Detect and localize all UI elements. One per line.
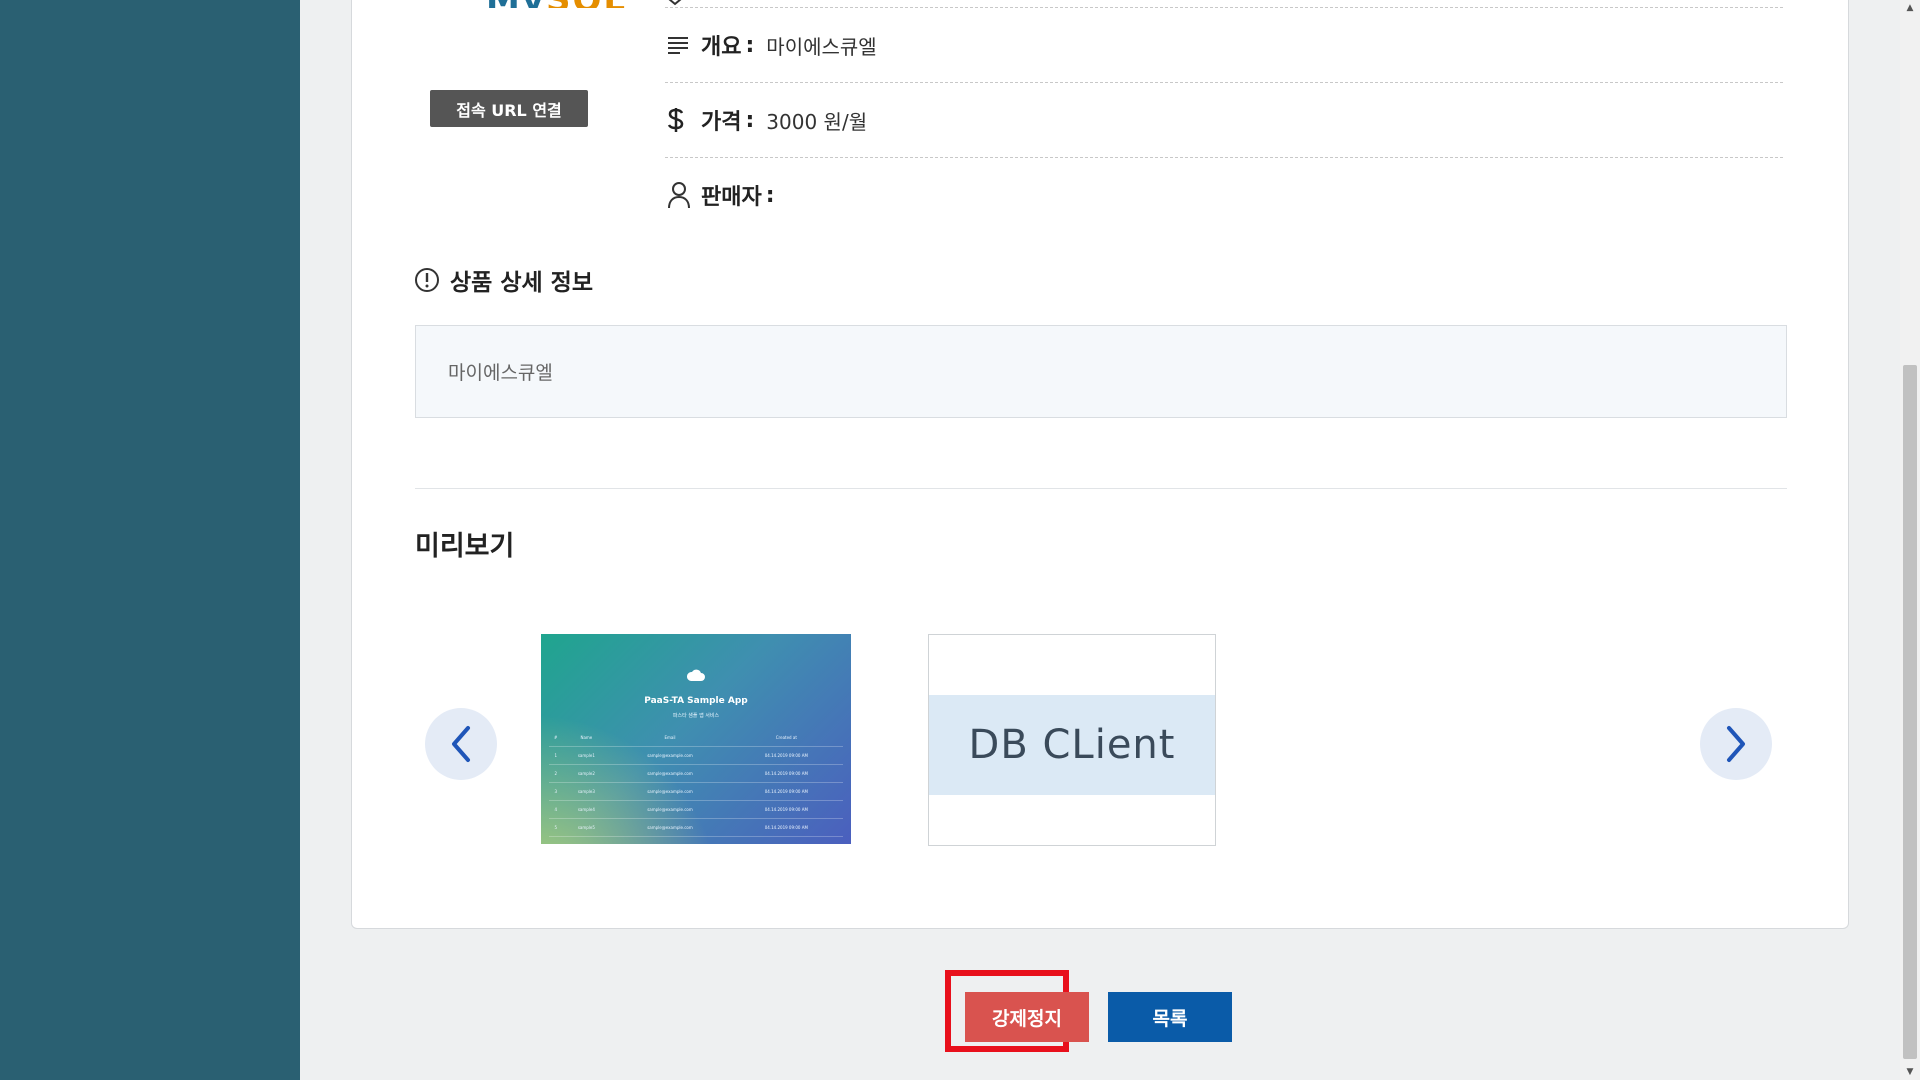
db-client-text: DB CLient [968, 722, 1176, 768]
table-row: 4 sample4 sample@example.com 04.14.2019 … [549, 800, 843, 819]
table-cell: sample@example.com [610, 800, 730, 819]
sample-app-title: PaaS-TA Sample App [644, 696, 748, 706]
cloud-icon [687, 669, 705, 681]
dollar-icon [667, 107, 695, 133]
table-cell: sample5 [562, 818, 611, 837]
table-header: Created at [729, 729, 843, 747]
table-cell: 1 [549, 746, 563, 765]
summary-label: 개요 [701, 35, 742, 60]
table-header: Email [610, 729, 730, 747]
table-cell: 2 [549, 764, 563, 783]
info-row-top [665, 0, 1783, 8]
product-info: 개요 : 마이에스큐엘 가격 : 3000 원/월 판매자 : [665, 0, 1783, 232]
person-icon [667, 181, 695, 209]
sample-app-subtitle: 파스타 샘플 앱 서비스 [672, 713, 720, 719]
detail-title: 상품 상세 정보 [414, 263, 593, 297]
vertical-scrollbar[interactable]: ▲ ▼ [1900, 0, 1920, 1080]
info-row-price: 가격 : 3000 원/월 [665, 83, 1783, 158]
colon: : [745, 107, 755, 133]
chevron-right-icon [1727, 726, 1745, 762]
scroll-thumb[interactable] [1903, 365, 1917, 1059]
cube-icon [667, 0, 695, 7]
table-cell: sample@example.com [610, 764, 730, 783]
table-row: 2 sample2 sample@example.com 04.14.2019 … [549, 764, 843, 783]
table-header: Name [562, 729, 611, 747]
table-cell: sample@example.com [610, 818, 730, 837]
table-cell: sample2 [562, 764, 611, 783]
scroll-up-arrow-icon[interactable]: ▲ [1900, 0, 1920, 16]
table-cell: 5 [549, 818, 563, 837]
table-cell: 04.14.2019 09:00 AM [729, 782, 843, 801]
action-bar: 강제정지 목록 [300, 970, 1900, 1060]
table-row: 3 sample3 sample@example.com 04.14.2019 … [549, 782, 843, 801]
table-cell: 04.14.2019 09:00 AM [729, 764, 843, 783]
detail-box: 마이에스큐엘 [415, 325, 1787, 418]
chevron-left-icon [452, 726, 470, 762]
detail-title-text: 상품 상세 정보 [450, 270, 593, 296]
table-cell: sample3 [562, 782, 611, 801]
price-value: 3000 원/월 [766, 109, 868, 134]
table-cell: 3 [549, 782, 563, 801]
table-header: # [549, 729, 563, 747]
table-header-row: # Name Email Created at [549, 729, 843, 747]
table-cell: sample@example.com [610, 746, 730, 765]
mysql-logo: MySQL [486, 0, 627, 8]
info-row-seller: 판매자 : [665, 158, 1783, 232]
product-card: MySQL 접속 URL 연결 개요 : 마이에스큐엘 가격 [351, 0, 1849, 929]
list-button[interactable]: 목록 [1108, 992, 1232, 1042]
detail-text: 마이에스큐엘 [448, 362, 553, 384]
lines-icon [667, 36, 695, 54]
logo-sql: SQL [546, 0, 627, 8]
table-cell: 04.14.2019 09:00 AM [729, 818, 843, 837]
table-row: 1 sample1 sample@example.com 04.14.2019 … [549, 746, 843, 765]
carousel-prev-button[interactable] [425, 708, 497, 780]
logo-my: My [486, 0, 546, 8]
summary-value: 마이에스큐엘 [766, 34, 877, 59]
preview-title: 미리보기 [415, 531, 515, 562]
preview-image-db-client[interactable]: DB CLient [928, 634, 1216, 846]
colon: : [745, 32, 755, 58]
scroll-down-arrow-icon[interactable]: ▼ [1900, 1064, 1920, 1080]
table-row: 5 sample5 sample@example.com 04.14.2019 … [549, 818, 843, 837]
table-cell: 4 [549, 800, 563, 819]
seller-label: 판매자 [701, 185, 762, 210]
info-circle-icon [414, 267, 440, 293]
colon: : [765, 182, 775, 208]
connect-url-button[interactable]: 접속 URL 연결 [430, 90, 588, 127]
price-label: 가격 [701, 110, 742, 135]
main-content: MySQL 접속 URL 연결 개요 : 마이에스큐엘 가격 [300, 0, 1900, 1080]
info-row-summary: 개요 : 마이에스큐엘 [665, 8, 1783, 83]
sample-app-table: # Name Email Created at 1 sample1 sample… [549, 729, 843, 837]
table-cell: sample1 [562, 746, 611, 765]
preview-image-sample-app[interactable]: PaaS-TA Sample App 파스타 샘플 앱 서비스 # Name E… [541, 634, 851, 844]
table-cell: sample4 [562, 800, 611, 819]
db-client-band: DB CLient [929, 695, 1215, 795]
force-stop-button[interactable]: 강제정지 [965, 992, 1089, 1042]
table-cell: 04.14.2019 09:00 AM [729, 800, 843, 819]
carousel-next-button[interactable] [1700, 708, 1772, 780]
left-sidebar [0, 0, 300, 1080]
divider [415, 488, 1787, 489]
table-cell: 04.14.2019 09:00 AM [729, 746, 843, 765]
table-cell: sample@example.com [610, 782, 730, 801]
